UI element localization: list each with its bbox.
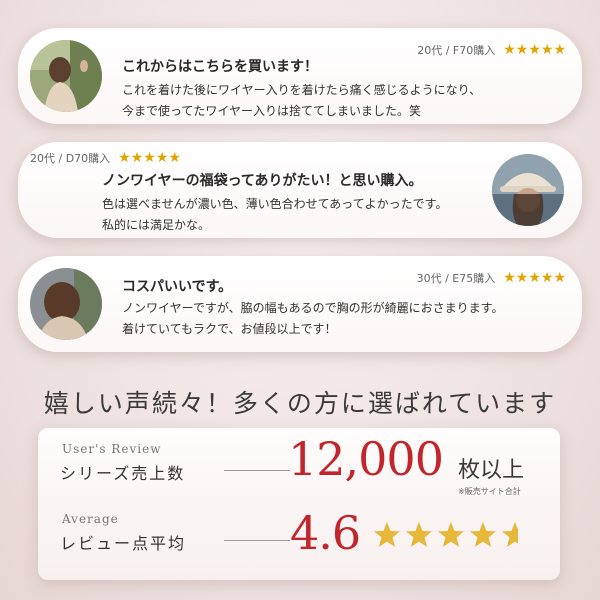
sales-value: 12,000 xyxy=(288,432,444,486)
review-card-2: 20代 / D70購入 ★★★★★ ノンワイヤーの福袋ってありがたい！と思い購入… xyxy=(18,142,582,238)
review-card-1: 20代 / F70購入 ★★★★★ これからはこちらを買います！ これを着けた後… xyxy=(18,28,582,124)
review-body: ノンワイヤーですが、脇の幅もあるので胸の形が綺麗におさまります。 着けていてもラ… xyxy=(122,298,503,340)
reviewer-photo-3-image xyxy=(30,268,102,340)
review-meta-3: 30代 / E75購入 ★★★★★ xyxy=(417,270,566,286)
sales-note: ※販売サイト合計 xyxy=(458,487,521,496)
star-icon xyxy=(502,522,518,547)
reviewer-photo-3 xyxy=(30,268,102,340)
review-line: これを着けた後にワイヤー入りを着けたら痛く感じるようになり、 xyxy=(122,83,482,97)
rating-divider xyxy=(224,540,290,541)
reviewer-photo-2 xyxy=(492,154,564,226)
review-title: コスパいいです。 xyxy=(122,279,233,295)
review-line: 私的には満足かな。 xyxy=(102,218,211,232)
review-meta-text: 20代 / F70購入 xyxy=(417,44,496,57)
review-title: これからはこちらを買います！ xyxy=(122,59,318,75)
star-icon: ★★★★★ xyxy=(503,42,566,58)
sales-label-en: User's Review xyxy=(62,442,162,456)
sales-divider xyxy=(224,470,290,471)
page-headline: 嬉しい声続々！多くの方に選ばれています xyxy=(43,389,557,418)
star-icon xyxy=(470,522,496,547)
rating-value: 4.6 xyxy=(290,506,361,560)
review-line: 色は選べませんが濃い色、薄い色合わせてあってよかったです。 xyxy=(102,197,448,211)
star-icon: ★★★★★ xyxy=(503,270,566,286)
review-meta-text: 20代 / D70購入 xyxy=(30,152,111,165)
review-card-3: 30代 / E75購入 ★★★★★ コスパいいです。 ノンワイヤーですが、脇の幅… xyxy=(18,256,582,352)
star-icon xyxy=(374,522,400,547)
reviewer-photo-1 xyxy=(30,40,102,112)
review-line: 着けていてもラクで、お値段以上です！ xyxy=(122,322,337,336)
review-meta-1: 20代 / F70購入 ★★★★★ xyxy=(417,42,566,58)
review-title: ノンワイヤーの福袋ってありがたい！と思い購入。 xyxy=(102,173,423,189)
rating-label-jp: レビュー点平均 xyxy=(60,534,187,553)
review-body: 色は選べませんが濃い色、薄い色合わせてあってよかったです。 私的には満足かな。 xyxy=(102,194,447,236)
sales-unit: 枚以上 xyxy=(458,458,525,483)
reviewer-photo-2-image xyxy=(492,154,564,226)
review-meta-text: 30代 / E75購入 xyxy=(416,272,496,285)
review-meta-2: 20代 / D70購入 ★★★★★ xyxy=(30,150,181,166)
star-icon xyxy=(438,522,464,547)
review-body: これを着けた後にワイヤー入りを着けたら痛く感じるようになり、 今まで使ってたワイ… xyxy=(122,80,481,122)
reviewer-photo-1-image xyxy=(30,40,102,112)
star-icon xyxy=(406,522,432,547)
review-line: 今まで使ってたワイヤー入りは捨ててしまいました。笑 xyxy=(122,104,422,118)
review-line: ノンワイヤーですが、脇の幅もあるので胸の形が綺麗におさまります。 xyxy=(122,301,504,315)
stats-panel: User's Review シリーズ売上数 12,000 枚以上 ※販売サイト合… xyxy=(38,428,560,580)
star-icon: ★★★★★ xyxy=(118,150,181,166)
rating-stars xyxy=(372,520,530,550)
sales-label-jp: シリーズ売上数 xyxy=(60,464,186,483)
rating-label-en: Average xyxy=(62,512,119,526)
